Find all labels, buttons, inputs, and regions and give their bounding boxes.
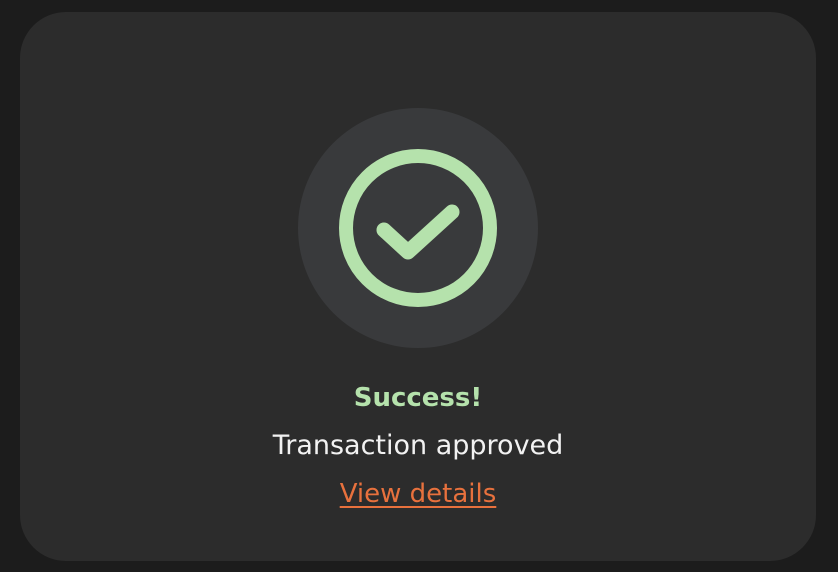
view-details-row: View details <box>20 475 816 513</box>
status-message: Transaction approved <box>272 430 564 461</box>
success-icon-container <box>298 108 538 348</box>
success-card: Success! Transaction approved View detai… <box>20 12 816 561</box>
success-title: Success! <box>353 383 483 413</box>
check-circle-icon <box>339 149 497 307</box>
view-details-link[interactable]: View details <box>340 479 497 509</box>
